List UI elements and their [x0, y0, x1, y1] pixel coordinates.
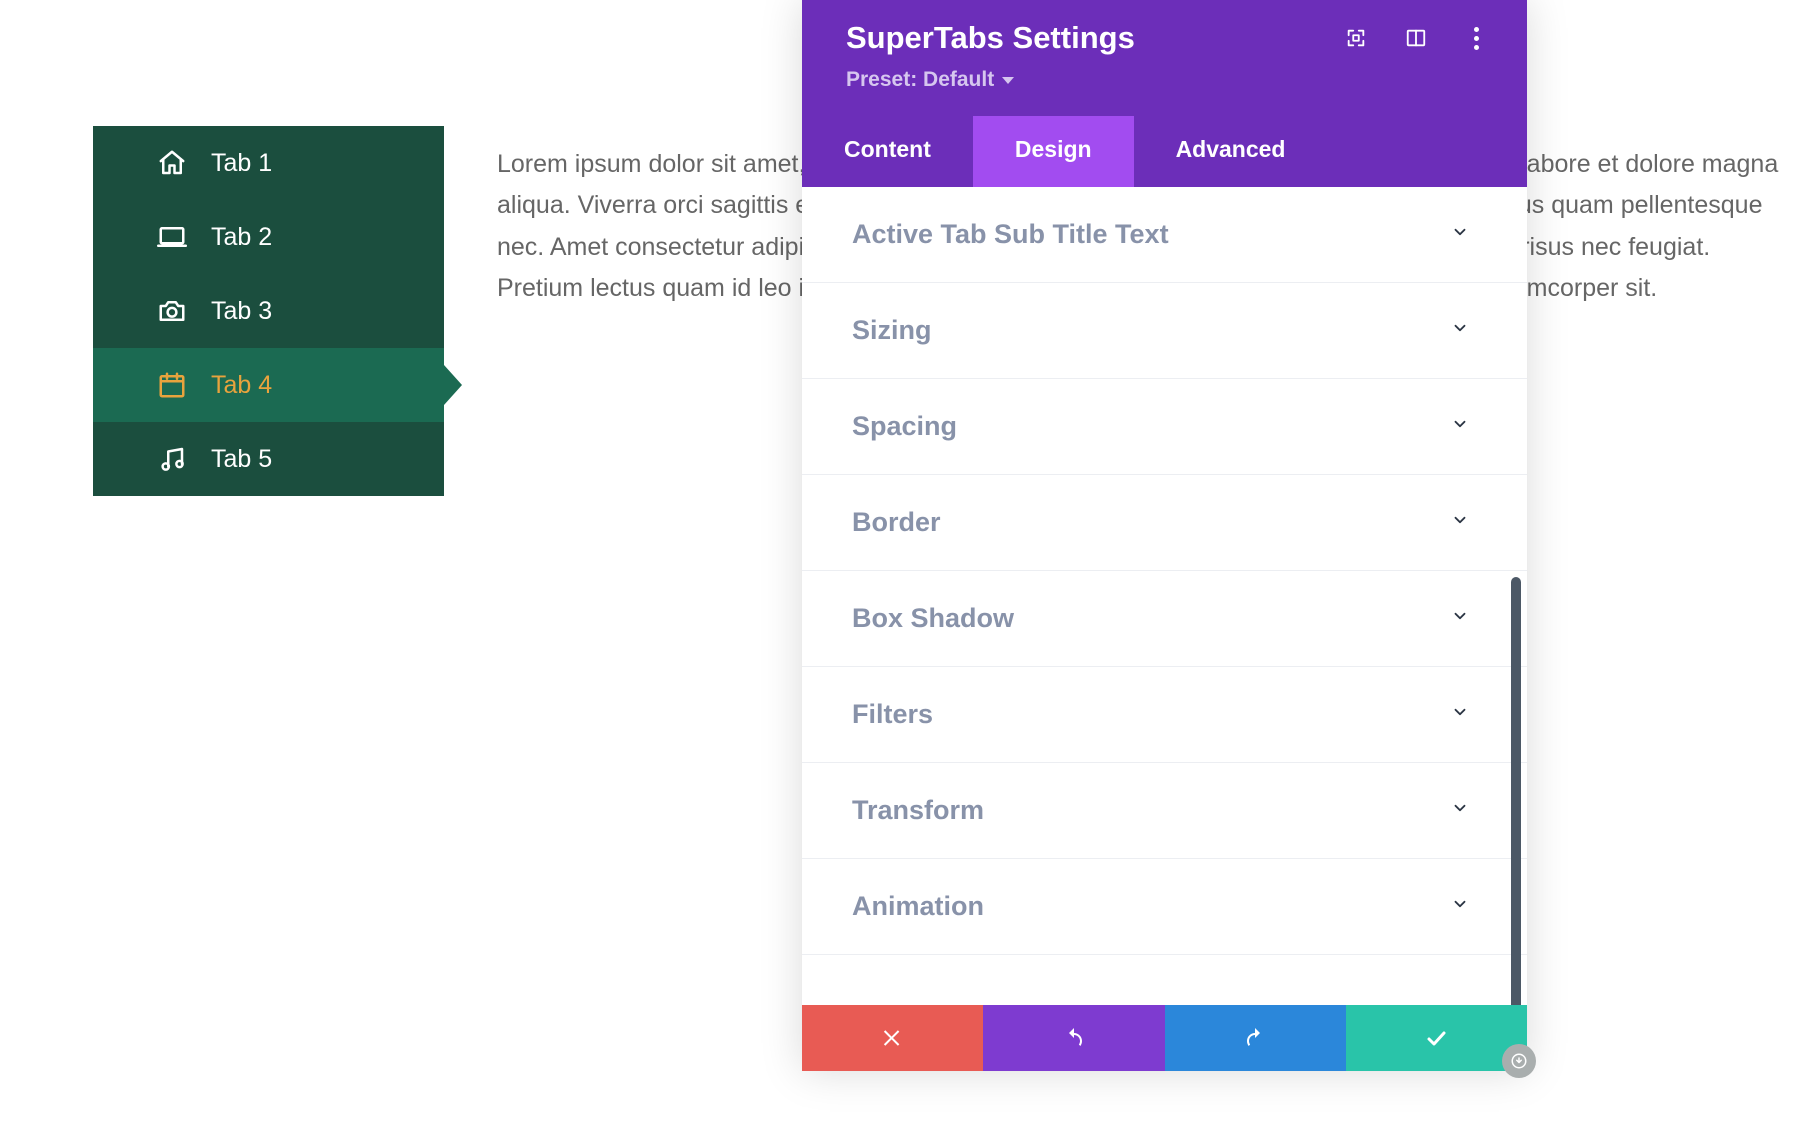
- expand-icon[interactable]: [1345, 27, 1367, 49]
- preset-dropdown[interactable]: Preset: Default: [846, 68, 1487, 92]
- tab-3[interactable]: Tab 3: [93, 274, 444, 348]
- modal-title: SuperTabs Settings: [846, 20, 1135, 56]
- vertical-tabs: Tab 1 Tab 2 Tab 3 Tab 4 Tab 5: [93, 126, 444, 496]
- undo-button[interactable]: [983, 1005, 1164, 1071]
- panel-border[interactable]: Border: [802, 475, 1527, 571]
- home-icon: [157, 148, 187, 178]
- panel-transform[interactable]: Transform: [802, 763, 1527, 859]
- calendar-icon: [157, 370, 187, 400]
- laptop-icon: [157, 222, 187, 252]
- modal-header[interactable]: SuperTabs Settings Preset: Default: [802, 0, 1527, 116]
- modal-header-actions: [1345, 27, 1487, 50]
- chevron-down-icon: [1002, 77, 1014, 84]
- tab-5-label: Tab 5: [211, 445, 444, 474]
- tab-1[interactable]: Tab 1: [93, 126, 444, 200]
- chevron-down-icon: [1451, 895, 1469, 918]
- modal-tab-design[interactable]: Design: [973, 116, 1134, 187]
- modal-tab-content[interactable]: Content: [802, 116, 973, 187]
- save-button[interactable]: [1346, 1005, 1527, 1071]
- tab-3-label: Tab 3: [211, 297, 444, 326]
- panel-spacing[interactable]: Spacing: [802, 379, 1527, 475]
- panel-animation[interactable]: Animation: [802, 859, 1527, 955]
- more-menu-icon[interactable]: [1465, 27, 1487, 50]
- panel-box-shadow[interactable]: Box Shadow: [802, 571, 1527, 667]
- cancel-button[interactable]: [802, 1005, 983, 1071]
- tab-1-label: Tab 1: [211, 149, 444, 178]
- columns-icon[interactable]: [1405, 27, 1427, 49]
- chevron-down-icon: [1451, 703, 1469, 726]
- chevron-down-icon: [1451, 415, 1469, 438]
- music-icon: [157, 444, 187, 474]
- chevron-down-icon: [1451, 511, 1469, 534]
- tab-4[interactable]: Tab 4: [93, 348, 444, 422]
- tab-2[interactable]: Tab 2: [93, 200, 444, 274]
- help-fab[interactable]: [1502, 1044, 1536, 1078]
- chevron-down-icon: [1451, 607, 1469, 630]
- redo-button[interactable]: [1165, 1005, 1346, 1071]
- panel-active-tab-sub-title[interactable]: Active Tab Sub Title Text: [802, 187, 1527, 283]
- modal-footer: [802, 1005, 1527, 1071]
- chevron-down-icon: [1451, 223, 1469, 246]
- modal-tab-advanced[interactable]: Advanced: [1134, 116, 1328, 187]
- preset-label: Preset: Default: [846, 68, 994, 92]
- chevron-down-icon: [1451, 799, 1469, 822]
- panel-filters[interactable]: Filters: [802, 667, 1527, 763]
- panel-sizing[interactable]: Sizing: [802, 283, 1527, 379]
- chevron-down-icon: [1451, 319, 1469, 342]
- camera-icon: [157, 296, 187, 326]
- tab-5[interactable]: Tab 5: [93, 422, 444, 496]
- settings-panel-list[interactable]: Active Tab Sub Title Text Sizing Spacing…: [802, 187, 1527, 1005]
- modal-tabs: Content Design Advanced: [802, 116, 1527, 187]
- tab-4-label: Tab 4: [211, 371, 444, 400]
- settings-modal: SuperTabs Settings Preset: Default Conte…: [802, 0, 1527, 1071]
- scrollbar[interactable]: [1511, 577, 1521, 1005]
- tab-2-label: Tab 2: [211, 223, 444, 252]
